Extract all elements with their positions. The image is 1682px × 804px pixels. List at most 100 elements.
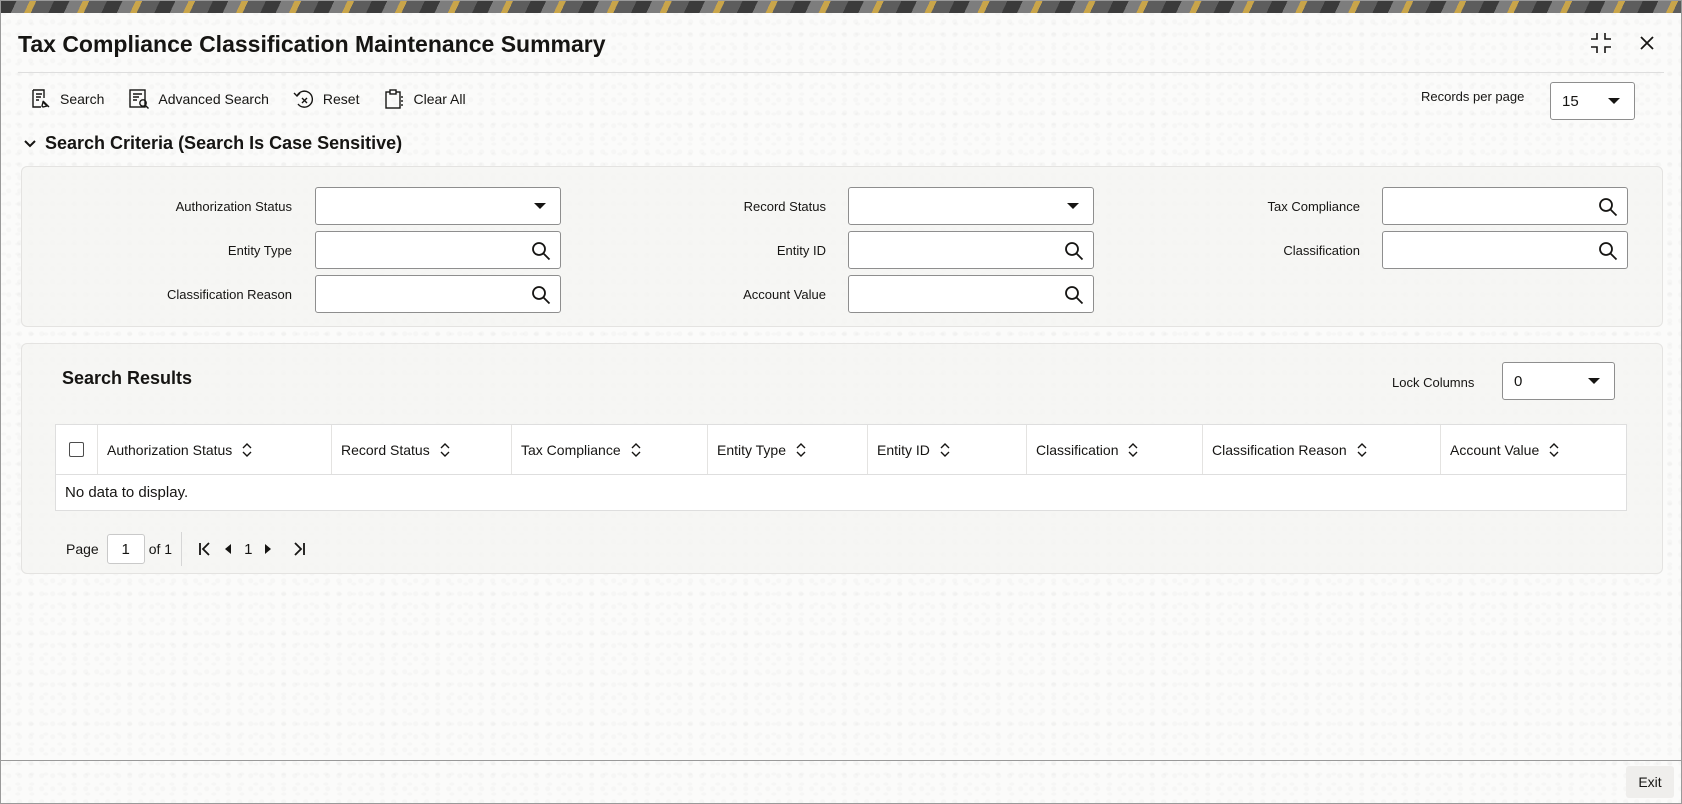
classification-reason-input[interactable] xyxy=(315,275,561,313)
sort-icon[interactable] xyxy=(1357,442,1367,457)
sort-icon[interactable] xyxy=(796,442,806,457)
sort-icon[interactable] xyxy=(1128,442,1138,457)
records-per-page-select[interactable]: 15 xyxy=(1550,82,1635,120)
column-header-label: Account Value xyxy=(1450,441,1540,458)
previous-page-button[interactable] xyxy=(218,536,238,562)
chevron-down-icon xyxy=(534,203,546,209)
search-button-label: Search xyxy=(60,91,105,107)
record-status-select[interactable] xyxy=(848,187,1094,225)
header-pattern xyxy=(1,1,1681,13)
column-header-label: Tax Compliance xyxy=(521,441,621,458)
clear-all-button-label: Clear All xyxy=(413,91,466,107)
search-criteria-panel: Authorization Status Entity Type Classif… xyxy=(21,166,1663,327)
sort-icon[interactable] xyxy=(242,442,252,457)
search-criteria-title: Search Criteria (Search Is Case Sensitiv… xyxy=(45,133,403,153)
authorization-status-label: Authorization Status xyxy=(175,199,292,214)
records-per-page-value: 15 xyxy=(1562,92,1579,110)
caret-left-icon xyxy=(225,544,232,554)
page-title: Tax Compliance Classification Maintenanc… xyxy=(18,31,606,57)
sort-icon[interactable] xyxy=(940,442,950,457)
lock-columns-select[interactable]: 0 xyxy=(1502,362,1615,400)
caret-right-icon xyxy=(265,544,272,554)
search-icon[interactable] xyxy=(1064,241,1084,261)
account-value-input[interactable] xyxy=(848,275,1094,313)
pagination: Page 1 of 1 1 xyxy=(66,532,312,566)
page-number-input[interactable]: 1 xyxy=(106,534,145,564)
classification-input[interactable] xyxy=(1382,231,1628,269)
search-button[interactable]: Search xyxy=(30,86,104,112)
search-doc-icon xyxy=(32,89,50,108)
entity-id-label: Entity ID xyxy=(776,243,826,258)
current-page: 1 xyxy=(244,540,253,558)
entity-type-label: Entity Type xyxy=(227,243,292,258)
chevron-down-icon xyxy=(1067,203,1079,209)
column-header-label: Entity Type xyxy=(717,441,787,458)
column-header-label: Entity ID xyxy=(877,441,930,458)
exit-button-label: Exit xyxy=(1638,774,1662,790)
page-count-label: of 1 xyxy=(148,541,173,557)
clear-all-button[interactable]: Clear All xyxy=(383,86,466,112)
page-number-value: 1 xyxy=(121,540,130,558)
sort-icon[interactable] xyxy=(440,442,450,457)
classification-reason-label: Classification Reason xyxy=(166,287,292,302)
table-header: Authorization Status Record Status Tax C… xyxy=(56,425,1626,475)
last-page-button[interactable] xyxy=(286,536,312,562)
column-header-tax-compliance[interactable]: Tax Compliance xyxy=(512,425,708,474)
sort-icon[interactable] xyxy=(631,442,641,457)
first-page-button[interactable] xyxy=(192,536,218,562)
lock-columns-label: Lock Columns xyxy=(1392,375,1475,390)
page-label: Page xyxy=(66,541,99,557)
tax-compliance-input[interactable] xyxy=(1382,187,1628,225)
search-icon[interactable] xyxy=(531,285,551,305)
classification-label: Classification xyxy=(1283,243,1360,258)
search-results-panel: Search Results Lock Columns 0 Authorizat… xyxy=(21,343,1663,574)
first-page-icon xyxy=(199,542,210,556)
column-header-record-status[interactable]: Record Status xyxy=(332,425,512,474)
column-header-label: Classification xyxy=(1036,441,1119,458)
last-page-icon xyxy=(294,542,306,556)
entity-id-input[interactable] xyxy=(848,231,1094,269)
column-header-entity-id[interactable]: Entity ID xyxy=(868,425,1027,474)
window-actions xyxy=(1589,31,1659,55)
search-criteria-toggle[interactable]: Search Criteria (Search Is Case Sensitiv… xyxy=(23,133,402,154)
exit-button[interactable]: Exit xyxy=(1626,766,1674,798)
results-table: Authorization Status Record Status Tax C… xyxy=(55,424,1627,511)
summary-window: Tax Compliance Classification Maintenanc… xyxy=(0,0,1682,804)
record-status-label: Record Status xyxy=(743,199,826,214)
column-header-label: Authorization Status xyxy=(107,441,233,458)
toolbar: Search Advanced Search Reset Clear All xyxy=(30,86,466,112)
column-header-authorization-status[interactable]: Authorization Status xyxy=(98,425,332,474)
search-icon[interactable] xyxy=(1598,197,1618,217)
authorization-status-select[interactable] xyxy=(315,187,561,225)
sort-icon[interactable] xyxy=(1549,442,1559,457)
clear-all-icon xyxy=(385,89,404,109)
search-icon[interactable] xyxy=(531,241,551,261)
reset-button-label: Reset xyxy=(322,91,360,107)
search-results-title: Search Results xyxy=(62,368,193,388)
entity-type-input[interactable] xyxy=(315,231,561,269)
close-icon[interactable] xyxy=(1635,31,1659,55)
column-header-label: Record Status xyxy=(341,441,430,458)
reset-icon xyxy=(293,90,313,108)
tax-compliance-label: Tax Compliance xyxy=(1267,199,1361,214)
records-per-page-label: Records per page xyxy=(1421,89,1525,104)
column-header-classification[interactable]: Classification xyxy=(1027,425,1203,474)
lock-columns-value: 0 xyxy=(1514,372,1523,390)
search-icon[interactable] xyxy=(1064,285,1084,305)
advanced-search-button-label: Advanced Search xyxy=(158,91,269,107)
search-icon[interactable] xyxy=(1598,241,1618,261)
column-header-entity-type[interactable]: Entity Type xyxy=(708,425,868,474)
column-header-account-value[interactable]: Account Value xyxy=(1441,425,1626,474)
select-all-cell xyxy=(56,425,98,474)
next-page-button[interactable] xyxy=(258,536,278,562)
title-divider xyxy=(18,72,1664,73)
reset-button[interactable]: Reset xyxy=(293,86,360,112)
advanced-search-button[interactable]: Advanced Search xyxy=(128,86,269,112)
select-all-checkbox[interactable] xyxy=(69,442,84,457)
maximize-icon[interactable] xyxy=(1589,31,1613,55)
chevron-down-icon xyxy=(1608,98,1620,104)
column-header-classification-reason[interactable]: Classification Reason xyxy=(1203,425,1441,474)
column-header-label: Classification Reason xyxy=(1212,441,1347,458)
pager-divider xyxy=(181,532,183,566)
chevron-down-icon xyxy=(1588,378,1600,384)
